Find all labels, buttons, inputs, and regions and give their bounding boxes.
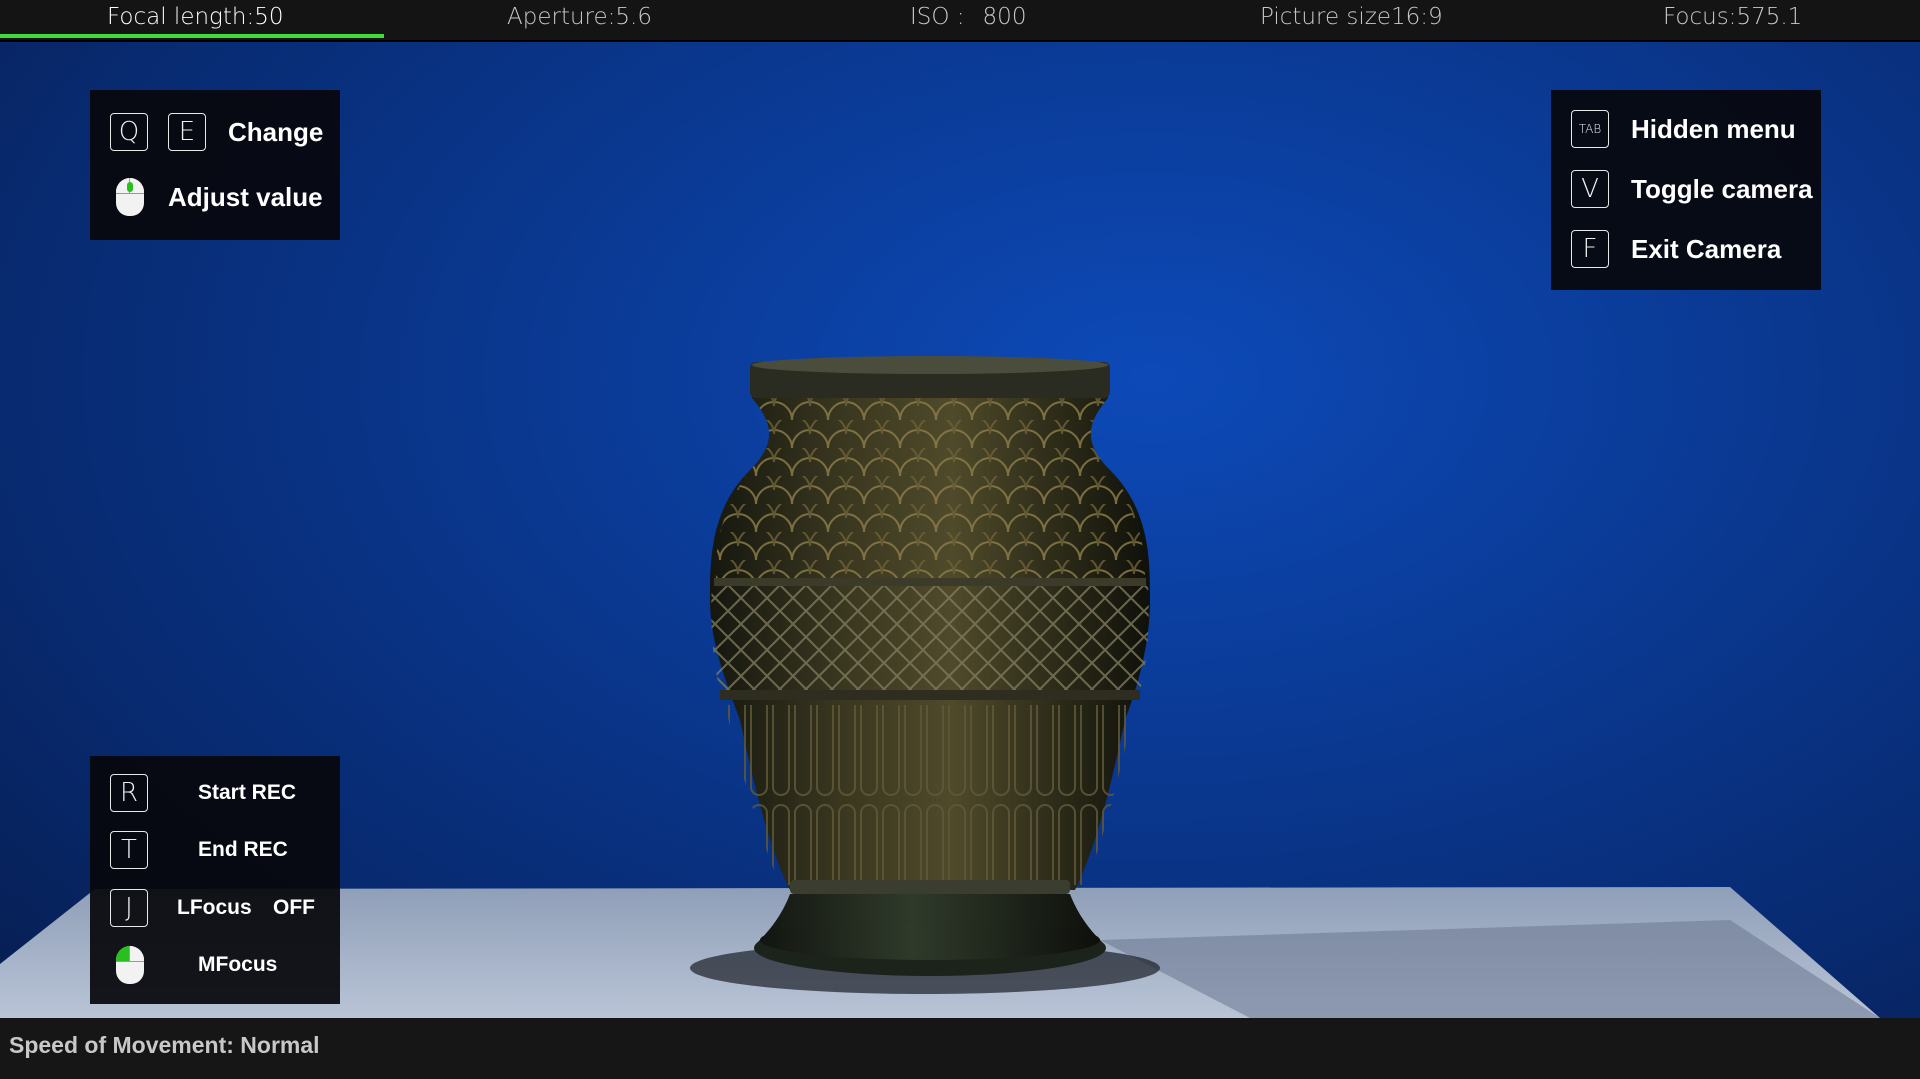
hidden-menu-label: Hidden menu [1631,114,1796,144]
iso-value: 800 [982,4,1027,30]
end-rec-label: End REC [198,838,288,861]
start-rec-label: Start REC [198,781,297,804]
aperture-label: Aperture: [507,4,616,30]
change-label: Change [228,117,324,147]
adjust-hint-panel: Q E Change Adjust value [90,90,340,240]
mfocus-label: MFocus [198,953,278,976]
adjust-value-label: Adjust value [168,182,323,212]
focal-length-label: Focal length: [107,4,255,30]
focus-label: Focus: [1663,4,1737,30]
aperture-value: 5.6 [615,4,652,30]
recording-panel: R Start REC T End REC J LFocus OFF MFocu… [90,756,340,1004]
picture-size-value: 16:9 [1391,4,1443,30]
key-e: E [168,113,206,151]
key-v: V [1571,170,1609,208]
focus-setting[interactable]: Focus:575.1 [1663,0,1802,36]
key-j: J [110,889,148,927]
key-q: Q [110,113,148,151]
iso-label: ISO : [910,4,965,30]
exit-camera-label: Exit Camera [1631,234,1782,264]
toggle-camera-label: Toggle camera [1631,174,1813,204]
status-bar: Speed of Movement: Normal [0,1018,1920,1079]
lfocus-label: LFocus [177,896,252,919]
key-f: F [1571,230,1609,268]
iso-setting[interactable]: ISO : 800 [910,0,1026,36]
lfocus-state: OFF [273,896,315,919]
active-setting-indicator [0,34,384,38]
key-r: R [110,774,148,812]
focus-value: 575.1 [1736,4,1803,30]
movement-speed-text: Speed of Movement: Normal [9,1032,320,1058]
mouse-icon [116,946,144,984]
camera-settings-bar: Focal length:50 Aperture:5.6 ISO : 800 Pi… [0,0,1920,42]
key-tab: TAB [1571,110,1609,148]
picture-size-label: Picture size [1260,4,1392,30]
aperture-setting[interactable]: Aperture:5.6 [507,0,652,36]
mouse-icon [116,178,144,216]
key-t: T [110,831,148,869]
camera-controls-panel: TAB Hidden menu V Toggle camera F Exit C… [1551,90,1821,290]
focal-length-setting[interactable]: Focal length:50 [107,0,283,36]
picture-size-setting[interactable]: Picture size16:9 [1260,0,1443,36]
focal-length-value: 50 [254,4,284,30]
